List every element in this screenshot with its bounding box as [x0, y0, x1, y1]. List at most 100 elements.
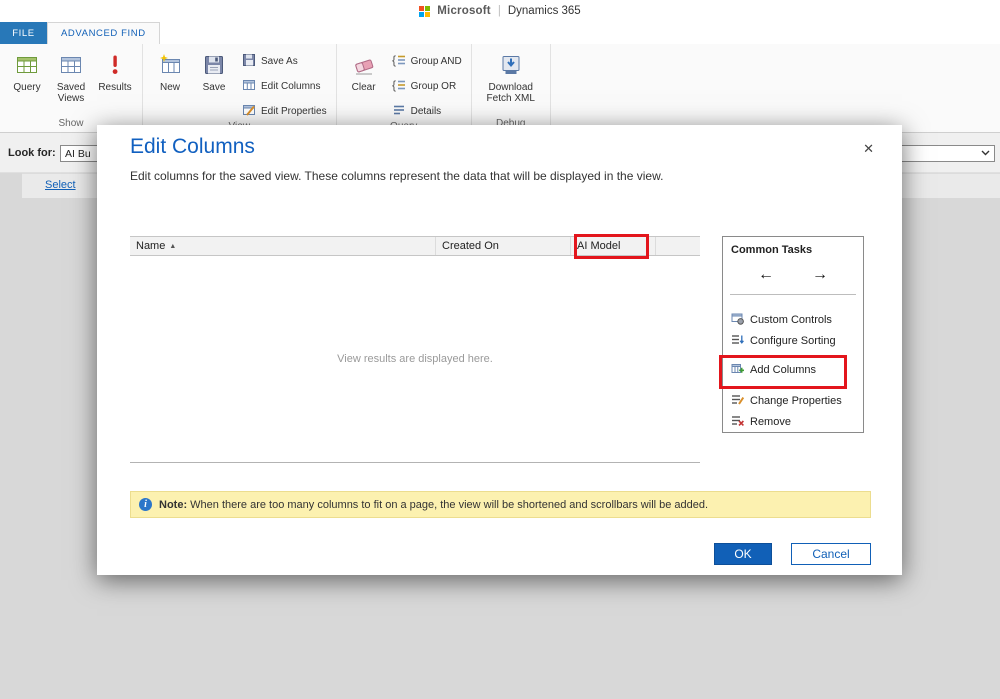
edit-columns-label: Edit Columns	[261, 81, 320, 92]
dialog-title: Edit Columns	[130, 135, 255, 159]
ribbon-group-debug: Download Fetch XML Debug	[472, 44, 551, 132]
move-right-arrow-icon[interactable]: →	[812, 266, 828, 284]
new-label: New	[160, 82, 180, 93]
note-label: Note:	[159, 499, 187, 511]
brand-product: Dynamics 365	[508, 5, 581, 17]
microsoft-logo-icon	[419, 6, 430, 17]
download-fetch-xml-button[interactable]: Download Fetch XML	[477, 49, 545, 106]
new-icon	[158, 51, 182, 79]
custom-controls-icon	[731, 312, 744, 328]
chevron-down-icon	[980, 145, 991, 163]
columns-grid-header: Name ▲ Created On AI Model	[130, 236, 700, 256]
app-header: Microsoft | Dynamics 365	[0, 0, 1000, 22]
ribbon: Query Saved Views Results Show	[0, 44, 1000, 133]
select-link[interactable]: Select	[45, 179, 76, 191]
ribbon-tab-bar: FILE ADVANCED FIND	[0, 22, 1000, 44]
empty-results-text: View results are displayed here.	[337, 353, 493, 365]
move-left-arrow-icon[interactable]: ←	[758, 266, 774, 284]
query-button[interactable]: Query	[5, 49, 49, 95]
saved-views-icon	[59, 51, 83, 79]
query-icon	[15, 51, 39, 79]
results-exclamation-icon	[103, 51, 127, 79]
columns-grid-body: View results are displayed here.	[130, 256, 700, 463]
column-header-created-on[interactable]: Created On	[435, 237, 570, 255]
remove-label: Remove	[750, 416, 791, 428]
common-tasks-title: Common Tasks	[723, 237, 863, 256]
tab-file[interactable]: FILE	[0, 22, 47, 44]
group-and-icon: {	[392, 53, 406, 70]
column-header-filler	[655, 237, 700, 255]
details-button[interactable]: Details	[392, 103, 462, 120]
clear-eraser-icon	[352, 51, 376, 79]
look-for-value: AI Bu	[65, 148, 91, 160]
save-icon	[202, 51, 226, 79]
saved-views-button[interactable]: Saved Views	[49, 49, 93, 106]
query-label: Query	[13, 82, 40, 93]
details-icon	[392, 103, 406, 120]
ribbon-group-view: New Save Save As	[143, 44, 337, 132]
download-fetch-xml-icon	[499, 51, 523, 79]
custom-controls-label: Custom Controls	[750, 314, 832, 326]
results-label: Results	[98, 82, 131, 93]
close-icon[interactable]: ✕	[863, 141, 874, 157]
note-bar: i Note: When there are too many columns …	[130, 491, 871, 518]
download-fetch-xml-label: Download Fetch XML	[478, 82, 544, 104]
configure-sorting-icon	[731, 333, 744, 349]
clear-label: Clear	[352, 82, 376, 93]
add-columns-label: Add Columns	[750, 364, 816, 376]
change-properties-label: Change Properties	[750, 395, 842, 407]
group-and-label: Group AND	[411, 56, 462, 67]
column-created-on-label: Created On	[442, 240, 499, 252]
edit-properties-button[interactable]: Edit Properties	[242, 103, 327, 120]
saved-views-label: Saved Views	[50, 82, 92, 104]
group-or-button[interactable]: { Group OR	[392, 78, 462, 95]
clear-button[interactable]: Clear	[342, 49, 386, 95]
results-button[interactable]: Results	[93, 49, 137, 95]
save-as-icon	[242, 53, 256, 70]
common-tasks-panel: Common Tasks ← → Custom Controls Config	[722, 236, 864, 433]
move-column-arrows: ← →	[723, 256, 863, 294]
custom-controls-item[interactable]: Custom Controls	[723, 309, 863, 330]
new-button[interactable]: New	[148, 49, 192, 95]
ribbon-group-query: Clear { Group AND { Group OR	[337, 44, 472, 132]
edit-columns-button[interactable]: Edit Columns	[242, 78, 327, 95]
save-label: Save	[203, 82, 226, 93]
common-tasks-divider	[730, 294, 856, 295]
look-for-label: Look for:	[8, 147, 56, 159]
ribbon-group-show: Query Saved Views Results Show	[0, 44, 143, 132]
screen: Microsoft | Dynamics 365 FILE ADVANCED F…	[0, 0, 1000, 699]
save-as-button[interactable]: Save As	[242, 53, 327, 70]
info-icon: i	[139, 498, 152, 511]
remove-icon	[731, 414, 744, 430]
brand-divider: |	[498, 5, 501, 17]
svg-text:{: {	[392, 53, 396, 67]
group-and-button[interactable]: { Group AND	[392, 53, 462, 70]
edit-columns-icon	[242, 78, 256, 95]
change-properties-item[interactable]: Change Properties	[723, 390, 863, 411]
column-header-name[interactable]: Name ▲	[130, 237, 435, 255]
edit-properties-icon	[242, 103, 256, 120]
tab-advanced-find[interactable]: ADVANCED FIND	[47, 22, 160, 44]
edit-properties-label: Edit Properties	[261, 106, 327, 117]
cancel-button[interactable]: Cancel	[791, 543, 871, 565]
common-tasks-items: Custom Controls Configure Sorting Add Co…	[723, 309, 863, 432]
edit-columns-dialog: Edit Columns Edit columns for the saved …	[97, 125, 902, 575]
save-button[interactable]: Save	[192, 49, 236, 95]
column-name-label: Name	[136, 240, 165, 252]
remove-item[interactable]: Remove	[723, 411, 863, 432]
note-text: When there are too many columns to fit o…	[190, 499, 708, 511]
configure-sorting-item[interactable]: Configure Sorting	[723, 330, 863, 351]
column-header-ai-model[interactable]: AI Model	[570, 237, 655, 255]
brand-microsoft: Microsoft	[437, 5, 491, 17]
svg-text:{: {	[392, 78, 396, 92]
group-or-label: Group OR	[411, 81, 457, 92]
ok-button[interactable]: OK	[714, 543, 772, 565]
configure-sorting-label: Configure Sorting	[750, 335, 836, 347]
add-columns-icon	[731, 362, 744, 378]
add-columns-item[interactable]: Add Columns	[723, 359, 863, 380]
column-ai-model-label: AI Model	[577, 240, 620, 252]
change-properties-icon	[731, 393, 744, 409]
details-label: Details	[411, 106, 442, 117]
sort-ascending-icon: ▲	[169, 243, 176, 250]
save-as-label: Save As	[261, 56, 298, 67]
